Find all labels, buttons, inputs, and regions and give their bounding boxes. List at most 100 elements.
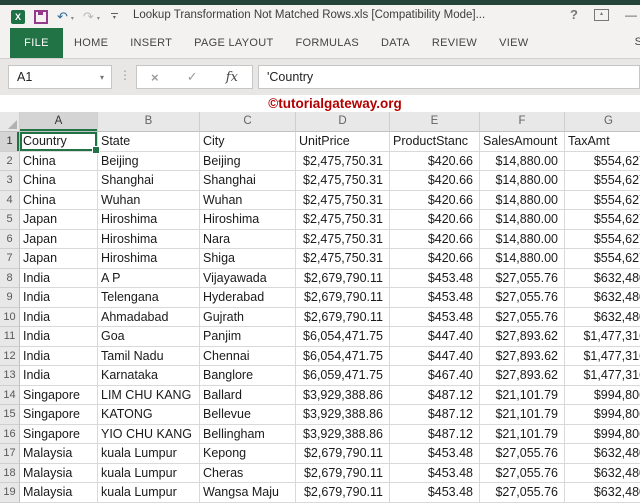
cell-A1[interactable]: Country xyxy=(20,132,100,154)
row-header-10[interactable]: 10 xyxy=(0,307,20,327)
cell-F17[interactable]: $27,055.76 xyxy=(480,444,565,464)
cell-B18[interactable]: kuala Lumpur xyxy=(98,463,200,483)
cell-E3[interactable]: $420.66 xyxy=(390,171,480,191)
customize-qat-icon[interactable]: ▾ xyxy=(110,13,118,21)
cell-F12[interactable]: $27,893.62 xyxy=(480,346,565,366)
cell-E13[interactable]: $467.40 xyxy=(390,366,480,386)
cell-G3[interactable]: $554,627 xyxy=(565,171,640,191)
cell-F14[interactable]: $21,101.79 xyxy=(480,385,565,405)
cell-B10[interactable]: Ahmadabad xyxy=(98,307,200,327)
row-header-18[interactable]: 18 xyxy=(0,463,20,483)
cell-D10[interactable]: $2,679,790.11 xyxy=(296,307,390,327)
cell-G2[interactable]: $554,627 xyxy=(565,151,640,171)
cell-E17[interactable]: $453.48 xyxy=(390,444,480,464)
cell-A9[interactable]: India xyxy=(20,288,98,308)
cell-D4[interactable]: $2,475,750.31 xyxy=(296,190,390,210)
cell-C12[interactable]: Chennai xyxy=(200,346,296,366)
cell-E10[interactable]: $453.48 xyxy=(390,307,480,327)
cell-C1[interactable]: City xyxy=(200,132,296,152)
cell-A15[interactable]: Singapore xyxy=(20,405,98,425)
cell-F6[interactable]: $14,880.00 xyxy=(480,229,565,249)
tab-home[interactable]: HOME xyxy=(63,28,119,58)
column-header-c[interactable]: C xyxy=(200,112,296,132)
cell-D12[interactable]: $6,054,471.75 xyxy=(296,346,390,366)
cell-A2[interactable]: China xyxy=(20,151,98,171)
cell-G7[interactable]: $554,627 xyxy=(565,249,640,269)
row-header-4[interactable]: 4 xyxy=(0,190,20,210)
cell-C2[interactable]: Beijing xyxy=(200,151,296,171)
column-header-g[interactable]: G xyxy=(565,112,640,132)
cell-C18[interactable]: Cheras xyxy=(200,463,296,483)
cell-G15[interactable]: $994,806 xyxy=(565,405,640,425)
cell-D18[interactable]: $2,679,790.11 xyxy=(296,463,390,483)
cell-B14[interactable]: LIM CHU KANG xyxy=(98,385,200,405)
cell-G12[interactable]: $1,477,316 xyxy=(565,346,640,366)
cell-F11[interactable]: $27,893.62 xyxy=(480,327,565,347)
cell-D8[interactable]: $2,679,790.11 xyxy=(296,268,390,288)
row-header-2[interactable]: 2 xyxy=(0,151,20,171)
cell-F13[interactable]: $27,893.62 xyxy=(480,366,565,386)
cell-G5[interactable]: $554,627 xyxy=(565,210,640,230)
cell-E1[interactable]: ProductStanc xyxy=(390,132,480,152)
row-header-3[interactable]: 3 xyxy=(0,171,20,191)
cell-E18[interactable]: $453.48 xyxy=(390,463,480,483)
cell-G11[interactable]: $1,477,316 xyxy=(565,327,640,347)
fill-handle[interactable] xyxy=(92,145,100,154)
name-box[interactable]: A1 ▾ xyxy=(8,65,112,89)
cell-D1[interactable]: UnitPrice xyxy=(296,132,390,152)
cell-E9[interactable]: $453.48 xyxy=(390,288,480,308)
column-header-a[interactable]: A xyxy=(20,112,98,132)
row-header-5[interactable]: 5 xyxy=(0,210,20,230)
cell-D7[interactable]: $2,475,750.31 xyxy=(296,249,390,269)
row-header-12[interactable]: 12 xyxy=(0,346,20,366)
cell-F16[interactable]: $21,101.79 xyxy=(480,424,565,444)
cell-B7[interactable]: Hiroshima xyxy=(98,249,200,269)
minimize-button[interactable]: — xyxy=(625,8,637,22)
cell-G19[interactable]: $632,480 xyxy=(565,483,640,503)
cell-D14[interactable]: $3,929,388.86 xyxy=(296,385,390,405)
cell-E19[interactable]: $453.48 xyxy=(390,483,480,503)
cell-C5[interactable]: Hiroshima xyxy=(200,210,296,230)
cell-C15[interactable]: Bellevue xyxy=(200,405,296,425)
column-header-e[interactable]: E xyxy=(390,112,480,132)
undo-icon[interactable]: ↶ xyxy=(57,10,68,23)
cell-D16[interactable]: $3,929,388.86 xyxy=(296,424,390,444)
cell-F15[interactable]: $21,101.79 xyxy=(480,405,565,425)
undo-dropdown-icon[interactable]: ▾ xyxy=(71,15,74,22)
cell-D2[interactable]: $2,475,750.31 xyxy=(296,151,390,171)
row-header-8[interactable]: 8 xyxy=(0,268,20,288)
cell-E7[interactable]: $420.66 xyxy=(390,249,480,269)
cell-F3[interactable]: $14,880.00 xyxy=(480,171,565,191)
cancel-icon[interactable]: × xyxy=(151,70,159,85)
tab-insert[interactable]: INSERT xyxy=(119,28,183,58)
cell-C6[interactable]: Nara xyxy=(200,229,296,249)
cell-C4[interactable]: Wuhan xyxy=(200,190,296,210)
cell-A17[interactable]: Malaysia xyxy=(20,444,98,464)
cell-B3[interactable]: Shanghai xyxy=(98,171,200,191)
cell-G14[interactable]: $994,806 xyxy=(565,385,640,405)
cell-E12[interactable]: $447.40 xyxy=(390,346,480,366)
cell-E6[interactable]: $420.66 xyxy=(390,229,480,249)
cell-G6[interactable]: $554,627 xyxy=(565,229,640,249)
column-header-f[interactable]: F xyxy=(480,112,565,132)
cell-E8[interactable]: $453.48 xyxy=(390,268,480,288)
cell-A18[interactable]: Malaysia xyxy=(20,463,98,483)
cell-D6[interactable]: $2,475,750.31 xyxy=(296,229,390,249)
cell-E14[interactable]: $487.12 xyxy=(390,385,480,405)
cell-A16[interactable]: Singapore xyxy=(20,424,98,444)
cell-E5[interactable]: $420.66 xyxy=(390,210,480,230)
cell-A7[interactable]: Japan xyxy=(20,249,98,269)
cell-C7[interactable]: Shiga xyxy=(200,249,296,269)
cell-D11[interactable]: $6,054,471.75 xyxy=(296,327,390,347)
cell-E11[interactable]: $447.40 xyxy=(390,327,480,347)
cell-E16[interactable]: $487.12 xyxy=(390,424,480,444)
cell-F19[interactable]: $27,055.76 xyxy=(480,483,565,503)
name-box-dropdown-icon[interactable]: ▾ xyxy=(100,73,111,82)
cell-C10[interactable]: Gujrath xyxy=(200,307,296,327)
ribbon-display-options-icon[interactable]: ▴ xyxy=(594,8,609,21)
cell-B11[interactable]: Goa xyxy=(98,327,200,347)
column-header-b[interactable]: B xyxy=(98,112,200,132)
cell-D3[interactable]: $2,475,750.31 xyxy=(296,171,390,191)
tab-formulas[interactable]: FORMULAS xyxy=(284,28,370,58)
cell-A8[interactable]: India xyxy=(20,268,98,288)
